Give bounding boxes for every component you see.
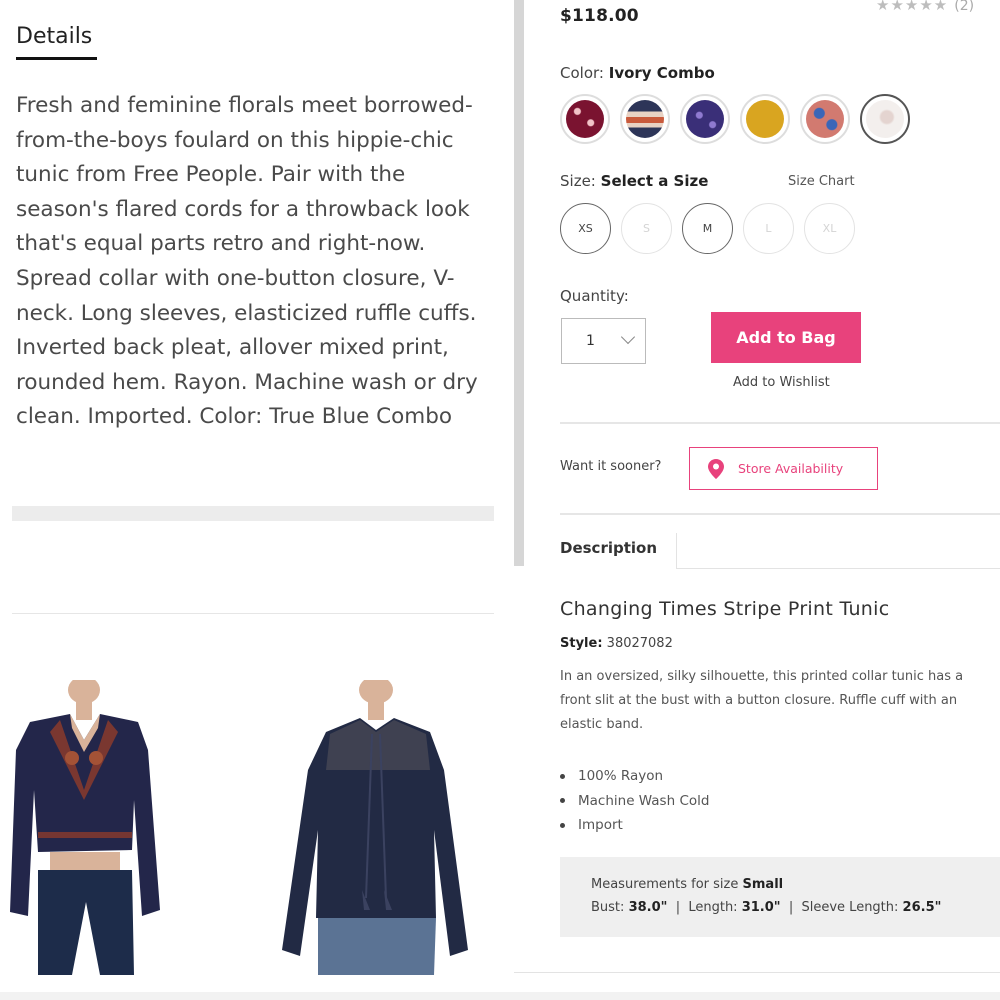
- product-image-embroidered-top[interactable]: [10, 680, 170, 975]
- measurements-heading: Measurements for size Small: [591, 877, 1000, 892]
- list-item: Import: [560, 813, 709, 838]
- divider: [514, 972, 1000, 973]
- product-image-lace-blouse[interactable]: [268, 680, 473, 975]
- tab-border: [676, 533, 677, 569]
- style-number: Style: 38027082: [560, 636, 673, 651]
- description-line: In an oversized, silky silhouette, this …: [560, 669, 964, 684]
- divider: [560, 513, 1000, 515]
- swatch-ivory-selected[interactable]: [860, 94, 910, 144]
- measurements-box: Measurements for size Small Bust: 38.0" …: [560, 857, 1000, 937]
- details-line: that's equal parts retro and right-now.: [16, 231, 426, 257]
- details-line: Inverted back pleat, allover mixed print…: [16, 335, 449, 361]
- size-m[interactable]: M: [682, 203, 733, 254]
- tab-border: [677, 568, 1000, 569]
- store-availability-button[interactable]: Store Availability: [689, 447, 878, 490]
- panel-separator: [514, 0, 524, 566]
- product-panel: $118.00 ★★★★★ (2) Color: Ivory Combo Size…: [524, 0, 1000, 1000]
- swatch-purple[interactable]: [680, 94, 730, 144]
- color-swatches: [560, 94, 910, 144]
- swatch-coral-floral[interactable]: [800, 94, 850, 144]
- sleeve-label: Sleeve Length:: [801, 900, 899, 915]
- measurements-values: Bust: 38.0" | Length: 31.0" | Sleeve Len…: [591, 900, 1000, 915]
- add-to-wishlist-link[interactable]: Add to Wishlist: [733, 375, 830, 390]
- details-line: clean. Imported. Color: True Blue Combo: [16, 404, 453, 430]
- color-value: Ivory Combo: [608, 64, 715, 82]
- store-availability-label: Store Availability: [738, 461, 844, 476]
- length-value: 31.0": [741, 900, 781, 915]
- details-line: tunic from Free People. Pair with the: [16, 162, 406, 188]
- divider: [12, 613, 494, 614]
- quantity-value: 1: [586, 333, 595, 349]
- feature-list: 100% Rayon Machine Wash Cold Import: [560, 764, 709, 838]
- swatch-stripe[interactable]: [620, 94, 670, 144]
- size-xl[interactable]: XL: [804, 203, 855, 254]
- details-line: from-the-boys foulard on this hippie-chi…: [16, 127, 454, 153]
- size-label-text: Size:: [560, 172, 596, 190]
- rating[interactable]: ★★★★★ (2): [876, 0, 974, 14]
- color-label-text: Color:: [560, 64, 604, 82]
- details-line: rounded hem. Rayon. Machine wash or dry: [16, 369, 478, 395]
- bust-value: 38.0": [628, 900, 668, 915]
- rating-stars: ★★★★★: [876, 0, 949, 14]
- details-line: Fresh and feminine florals meet borrowed…: [16, 93, 473, 118]
- details-panel: Details Fresh and feminine florals meet …: [0, 0, 514, 1000]
- size-s[interactable]: S: [621, 203, 672, 254]
- separator: |: [788, 900, 794, 915]
- details-line: Spread collar with one-button closure, V…: [16, 265, 455, 291]
- size-value: Select a Size: [600, 172, 709, 190]
- list-item: Machine Wash Cold: [560, 789, 709, 814]
- measurements-label: Measurements for size: [591, 877, 739, 892]
- description-line: elastic band.: [560, 717, 644, 732]
- size-xs[interactable]: XS: [560, 203, 611, 254]
- details-tab[interactable]: Details: [16, 24, 92, 49]
- style-label: Style:: [560, 636, 603, 651]
- details-line: season's flared cords for a throwback lo…: [16, 196, 470, 222]
- details-text: Fresh and feminine florals meet borrowed…: [16, 89, 494, 435]
- length-label: Length:: [688, 900, 738, 915]
- style-value: 38027082: [606, 636, 673, 651]
- quantity-label: Quantity:: [560, 287, 629, 305]
- size-chart-link[interactable]: Size Chart: [788, 174, 855, 189]
- separator: |: [675, 900, 681, 915]
- quantity-select[interactable]: 1: [561, 318, 646, 364]
- swatch-mustard[interactable]: [740, 94, 790, 144]
- product-title: Changing Times Stripe Print Tunic: [560, 598, 890, 620]
- section-divider-bar: [12, 506, 494, 521]
- location-pin-icon: [708, 458, 724, 479]
- add-to-bag-button[interactable]: Add to Bag: [711, 312, 861, 363]
- description-line: front slit at the bust with a button clo…: [560, 693, 958, 708]
- color-label: Color: Ivory Combo: [560, 64, 715, 82]
- want-sooner-label: Want it sooner?: [560, 459, 662, 474]
- divider: [560, 422, 1000, 424]
- bottom-edge: [0, 992, 1000, 1000]
- size-options: XS S M L XL: [560, 203, 855, 254]
- list-item: 100% Rayon: [560, 764, 709, 789]
- details-line: neck. Long sleeves, elasticized ruffle c…: [16, 300, 477, 326]
- description-body: In an oversized, silky silhouette, this …: [560, 665, 1000, 737]
- chevron-down-icon: [620, 329, 636, 345]
- price: $118.00: [560, 6, 639, 26]
- sleeve-value: 26.5": [902, 900, 942, 915]
- size-l[interactable]: L: [743, 203, 794, 254]
- description-tab[interactable]: Description: [560, 539, 657, 557]
- bust-label: Bust:: [591, 900, 625, 915]
- measurements-size: Small: [742, 877, 784, 892]
- rating-count: (2): [954, 0, 975, 14]
- details-tab-underline: [16, 57, 97, 60]
- swatch-burgundy[interactable]: [560, 94, 610, 144]
